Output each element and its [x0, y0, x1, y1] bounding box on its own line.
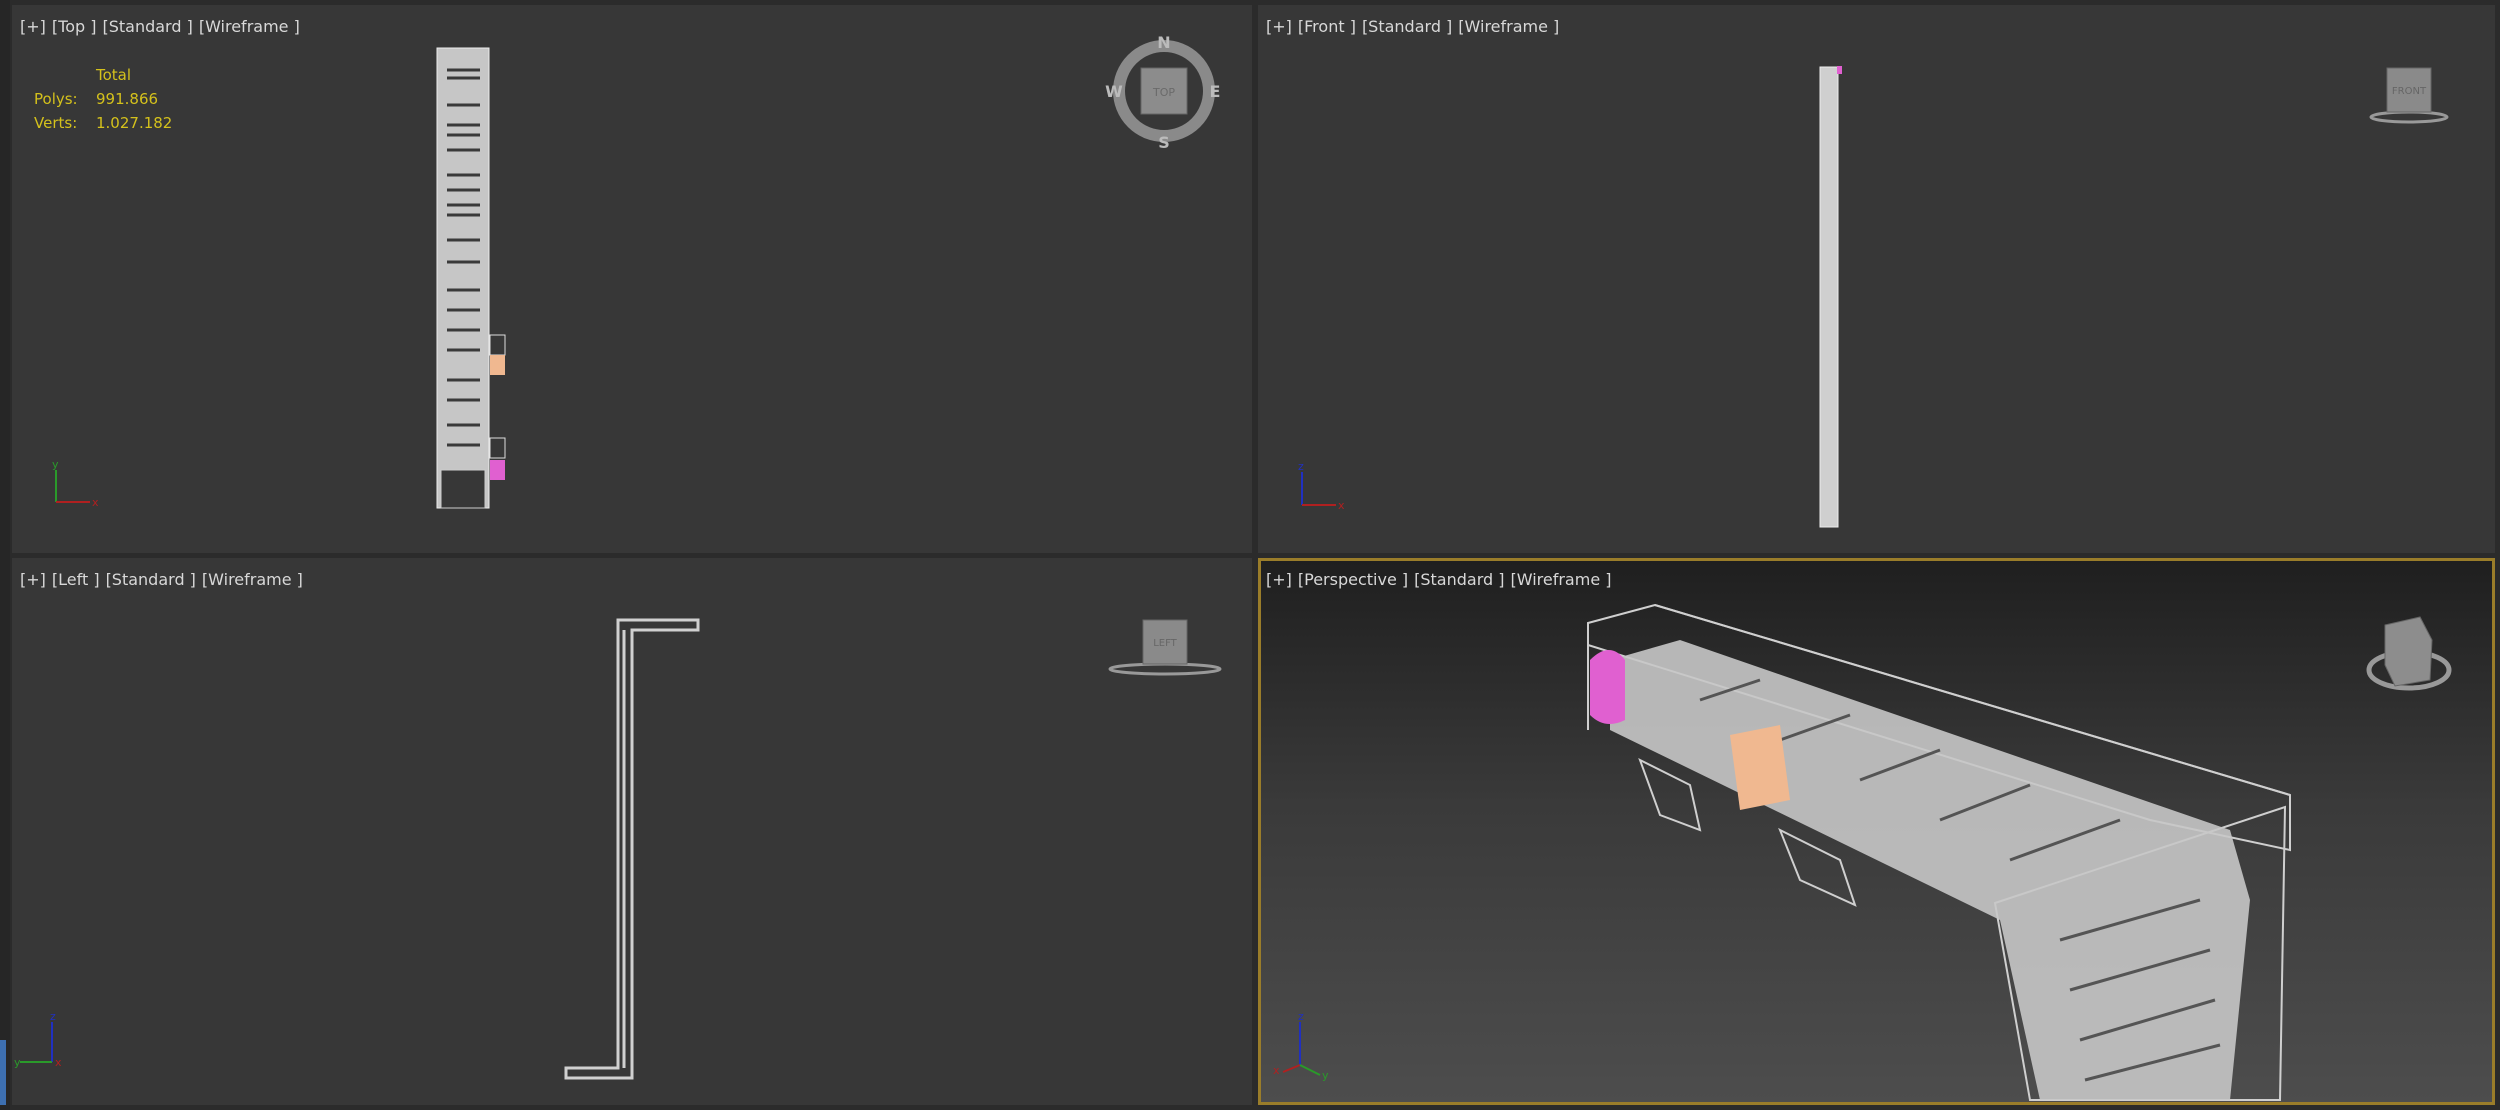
viewport-view-menu[interactable]: [Top ]: [52, 17, 97, 36]
verts-value: 1.027.182: [96, 114, 173, 132]
verts-label: Verts:: [34, 114, 78, 132]
polys-label: Polys:: [34, 90, 78, 108]
scene-statistics: Total Polys: 991.866 Verts: 1.027.182: [34, 63, 172, 135]
viewport-shading-wireframe[interactable]: [Wireframe ]: [1510, 570, 1611, 589]
viewport-shading-wireframe[interactable]: [Wireframe ]: [1458, 17, 1559, 36]
viewport-top[interactable]: [+] [Top ] [Standard ] [Wireframe ] Total P…: [12, 5, 1252, 553]
viewport-label: [+] [Front ] [Standard ] [Wireframe ]: [1266, 17, 1565, 36]
viewport-shading-wireframe[interactable]: [Wireframe ]: [199, 17, 300, 36]
stats-header: Total: [96, 66, 132, 84]
viewport-shading-standard[interactable]: [Standard ]: [106, 570, 196, 589]
viewport-label: [+] [Left ] [Standard ] [Wireframe ]: [20, 570, 309, 589]
left-edge-panel: [0, 0, 10, 1110]
viewport-shading-standard[interactable]: [Standard ]: [102, 17, 192, 36]
viewport-shading-wireframe[interactable]: [Wireframe ]: [202, 570, 303, 589]
viewport-menu-plus[interactable]: [+]: [20, 570, 46, 589]
viewport-shading-standard[interactable]: [Standard ]: [1414, 570, 1504, 589]
polys-value: 991.866: [96, 90, 159, 108]
viewport-view-menu[interactable]: [Perspective ]: [1298, 570, 1408, 589]
viewport-front[interactable]: [+] [Front ] [Standard ] [Wireframe ]: [1258, 5, 2495, 553]
viewport-shading-standard[interactable]: [Standard ]: [1362, 17, 1452, 36]
viewport-left[interactable]: [+] [Left ] [Standard ] [Wireframe ]: [12, 558, 1252, 1105]
viewport-view-menu[interactable]: [Left ]: [52, 570, 100, 589]
viewport-menu-plus[interactable]: [+]: [20, 17, 46, 36]
viewport-label: [+] [Top ] [Standard ] [Wireframe ]: [20, 17, 306, 36]
viewport-label: [+] [Perspective ] [Standard ] [Wireframe ]: [1266, 570, 1617, 589]
viewport-menu-plus[interactable]: [+]: [1266, 17, 1292, 36]
viewport-perspective[interactable]: [+] [Perspective ] [Standard ] [Wireframe ]: [1258, 558, 2495, 1105]
viewport-menu-plus[interactable]: [+]: [1266, 570, 1292, 589]
side-tab[interactable]: [0, 1040, 6, 1105]
viewport-view-menu[interactable]: [Front ]: [1298, 17, 1356, 36]
